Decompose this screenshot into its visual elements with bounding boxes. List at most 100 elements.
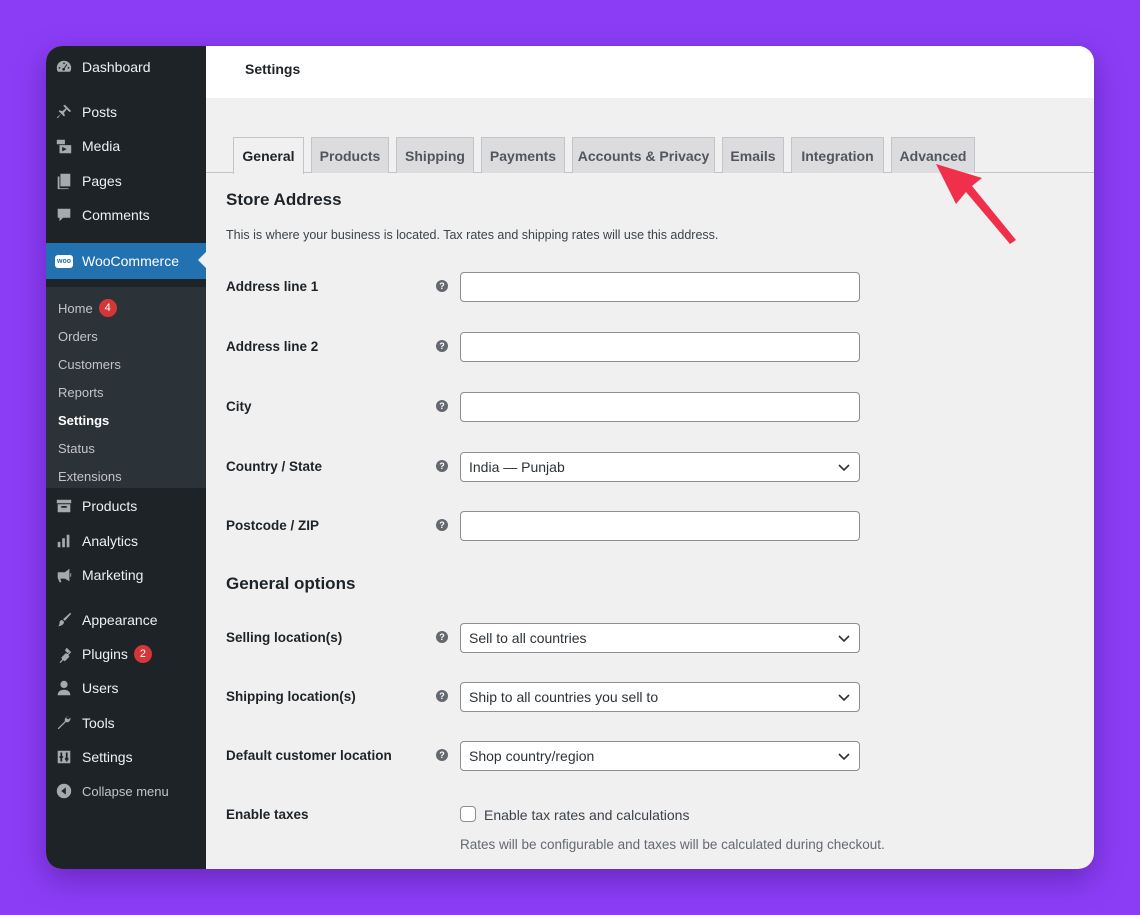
menu-plugins[interactable]: Plugins 2 bbox=[46, 637, 206, 671]
postcode-input[interactable] bbox=[460, 511, 860, 541]
submenu-label: Reports bbox=[58, 385, 104, 400]
megaphone-icon bbox=[54, 565, 74, 585]
field-label: Enable taxes bbox=[226, 807, 309, 822]
submenu-settings[interactable]: Settings bbox=[58, 413, 109, 428]
field-label: Shipping location(s) bbox=[226, 689, 356, 704]
menu-label: Settings bbox=[82, 749, 133, 765]
pages-icon bbox=[54, 171, 74, 191]
selling-locations-select[interactable]: Sell to all countries bbox=[460, 623, 860, 653]
submenu-customers[interactable]: Customers bbox=[58, 357, 121, 372]
submenu-home[interactable]: Home 4 bbox=[58, 297, 117, 319]
collapse-menu-button[interactable]: Collapse menu bbox=[46, 774, 206, 808]
menu-comments[interactable]: Comments bbox=[46, 198, 206, 232]
help-tip-icon[interactable]: ? bbox=[436, 749, 448, 761]
dashboard-icon bbox=[54, 57, 74, 77]
section-description: This is where your business is located. … bbox=[226, 228, 719, 242]
default-customer-location-select[interactable]: Shop country/region bbox=[460, 741, 860, 771]
menu-media[interactable]: Media bbox=[46, 129, 206, 163]
chevron-down-icon bbox=[837, 690, 851, 704]
field-label: Country / State bbox=[226, 459, 323, 474]
menu-label: Products bbox=[82, 498, 138, 514]
menu-label: WooCommerce bbox=[82, 253, 179, 269]
collapse-arrow-icon bbox=[54, 781, 74, 801]
chevron-down-icon bbox=[837, 460, 851, 474]
user-icon bbox=[54, 678, 74, 698]
plugin-icon bbox=[54, 644, 74, 664]
menu-label: Pages bbox=[82, 173, 122, 189]
menu-tools[interactable]: Tools bbox=[46, 706, 206, 740]
menu-dashboard[interactable]: Dashboard bbox=[46, 50, 206, 84]
enable-taxes-checkbox[interactable] bbox=[460, 806, 476, 822]
city-input[interactable] bbox=[460, 392, 860, 422]
help-tip-icon[interactable]: ? bbox=[436, 519, 448, 531]
menu-appearance[interactable]: Appearance bbox=[46, 603, 206, 637]
menu-label: Plugins bbox=[82, 646, 128, 662]
media-icon bbox=[54, 136, 74, 156]
annotation-arrow-icon bbox=[936, 164, 1016, 244]
menu-label: Collapse menu bbox=[82, 783, 169, 799]
woo-logo-text: woo bbox=[55, 254, 73, 268]
menu-label: Comments bbox=[82, 207, 150, 223]
notification-badge: 2 bbox=[133, 645, 152, 663]
field-label: Selling location(s) bbox=[226, 630, 343, 645]
menu-settings[interactable]: Settings bbox=[46, 740, 206, 774]
submenu-label: Settings bbox=[58, 413, 110, 428]
help-tip-icon[interactable]: ? bbox=[436, 631, 448, 643]
menu-label: Tools bbox=[82, 715, 115, 731]
bar-chart-icon bbox=[54, 531, 74, 551]
select-value: Ship to all countries you sell to bbox=[469, 689, 659, 705]
menu-label: Marketing bbox=[82, 567, 144, 583]
menu-users[interactable]: Users bbox=[46, 671, 206, 705]
menu-products[interactable]: Products bbox=[46, 489, 206, 523]
submenu-status[interactable]: Status bbox=[58, 441, 95, 456]
help-tip-icon[interactable]: ? bbox=[436, 280, 448, 292]
menu-analytics[interactable]: Analytics bbox=[46, 524, 206, 558]
menu-pages[interactable]: Pages bbox=[46, 164, 206, 198]
submenu-label: Customers bbox=[58, 357, 121, 372]
menu-marketing[interactable]: Marketing bbox=[46, 558, 206, 592]
address-line-2-input[interactable] bbox=[460, 332, 860, 362]
submenu-label: Status bbox=[58, 441, 95, 456]
menu-posts[interactable]: Posts bbox=[46, 95, 206, 129]
pin-icon bbox=[54, 102, 74, 122]
shipping-locations-select[interactable]: Ship to all countries you sell to bbox=[460, 682, 860, 712]
woocommerce-icon: woo bbox=[54, 251, 74, 271]
checkbox-label[interactable]: Enable tax rates and calculations bbox=[484, 807, 689, 823]
help-tip-icon[interactable]: ? bbox=[436, 400, 448, 412]
chevron-down-icon bbox=[837, 631, 851, 645]
woocommerce-submenu: Home 4 Orders Customers Reports Settings… bbox=[46, 287, 206, 488]
submenu-label: Home bbox=[58, 300, 93, 316]
help-tip-icon[interactable]: ? bbox=[436, 460, 448, 472]
paintbrush-icon bbox=[54, 610, 74, 630]
submenu-reports[interactable]: Reports bbox=[58, 385, 104, 400]
comment-icon bbox=[54, 205, 74, 225]
field-label: Postcode / ZIP bbox=[226, 518, 320, 533]
country-state-select[interactable]: India — Punjab bbox=[460, 452, 860, 482]
help-tip-icon[interactable]: ? bbox=[436, 340, 448, 352]
address-line-1-input[interactable] bbox=[460, 272, 860, 302]
menu-label: Users bbox=[82, 680, 119, 696]
notification-badge: 4 bbox=[98, 299, 117, 317]
archive-icon bbox=[54, 496, 74, 516]
menu-woocommerce[interactable]: woo WooCommerce bbox=[46, 243, 206, 279]
section-heading-store-address: Store Address bbox=[226, 190, 342, 209]
field-label: City bbox=[226, 399, 252, 414]
select-value: Shop country/region bbox=[469, 748, 595, 764]
select-value: Sell to all countries bbox=[469, 630, 587, 646]
admin-sidebar: Dashboard Posts Media Pages Comments woo… bbox=[46, 46, 206, 869]
field-label: Address line 1 bbox=[226, 279, 319, 294]
help-tip-icon[interactable]: ? bbox=[436, 690, 448, 702]
field-label: Default customer location bbox=[226, 748, 392, 763]
submenu-orders[interactable]: Orders bbox=[58, 329, 98, 344]
select-value: India — Punjab bbox=[469, 459, 565, 475]
submenu-label: Extensions bbox=[58, 469, 122, 484]
menu-label: Appearance bbox=[82, 612, 158, 628]
submenu-label: Orders bbox=[58, 329, 98, 344]
wrench-icon bbox=[54, 713, 74, 733]
menu-label: Posts bbox=[82, 104, 118, 120]
submenu-extensions[interactable]: Extensions bbox=[58, 469, 122, 484]
settings-sliders-icon bbox=[54, 747, 74, 767]
menu-label: Media bbox=[82, 138, 121, 154]
chevron-down-icon bbox=[837, 749, 851, 763]
field-description: Rates will be configurable and taxes wil… bbox=[460, 837, 885, 852]
